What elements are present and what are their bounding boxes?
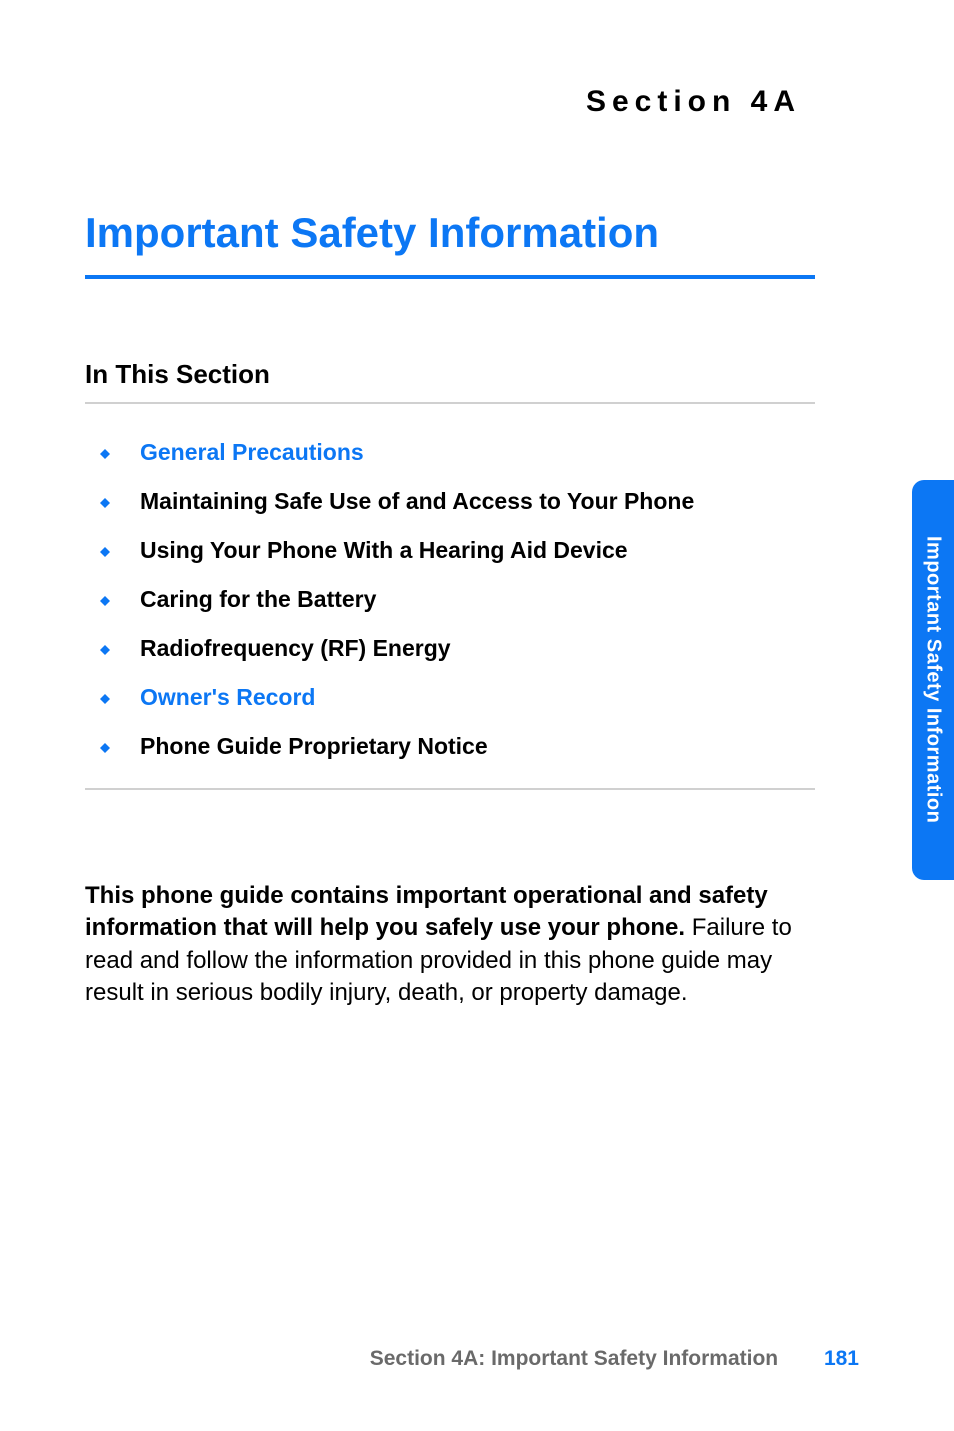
- section-label: Section 4A: [85, 85, 859, 119]
- toc-link-label[interactable]: Caring for the Battery: [140, 586, 376, 613]
- toc-link-label[interactable]: Owner's Record: [140, 684, 315, 711]
- diamond-bullet-icon: [100, 449, 110, 459]
- toc-link-label[interactable]: Maintaining Safe Use of and Access to Yo…: [140, 488, 694, 515]
- in-this-section-heading: In This Section: [85, 359, 859, 390]
- page-title: Important Safety Information: [85, 209, 859, 257]
- diamond-bullet-icon: [100, 547, 110, 557]
- intro-paragraph: This phone guide contains important oper…: [85, 880, 815, 1010]
- side-tab-label: Important Safety Information: [922, 536, 945, 823]
- footer-page-number: 181: [824, 1347, 859, 1370]
- page-content: Section 4A Important Safety Information …: [0, 0, 954, 1431]
- toc-item-general-precautions: General Precautions: [85, 439, 859, 466]
- diamond-bullet-icon: [100, 596, 110, 606]
- diamond-bullet-icon: [100, 694, 110, 704]
- toc-link-label[interactable]: Using Your Phone With a Hearing Aid Devi…: [140, 537, 628, 564]
- toc-link-label[interactable]: General Precautions: [140, 439, 364, 466]
- toc-end-underline: [85, 788, 815, 790]
- toc-item-owners-record: Owner's Record: [85, 684, 859, 711]
- toc-link-label[interactable]: Phone Guide Proprietary Notice: [140, 733, 488, 760]
- title-underline: [85, 275, 815, 279]
- diamond-bullet-icon: [100, 743, 110, 753]
- diamond-bullet-icon: [100, 645, 110, 655]
- subheading-underline: [85, 402, 815, 404]
- footer-section-text: Section 4A: Important Safety Information: [370, 1347, 778, 1370]
- diamond-bullet-icon: [100, 498, 110, 508]
- toc-item-hearing-aid: Using Your Phone With a Hearing Aid Devi…: [85, 537, 859, 564]
- toc-list: General Precautions Maintaining Safe Use…: [85, 439, 859, 760]
- side-tab: Important Safety Information: [912, 480, 954, 880]
- toc-item-maintaining-safe-use: Maintaining Safe Use of and Access to Yo…: [85, 488, 859, 515]
- toc-item-rf-energy: Radiofrequency (RF) Energy: [85, 635, 859, 662]
- intro-lead-text: This phone guide contains important oper…: [85, 882, 768, 941]
- toc-link-label[interactable]: Radiofrequency (RF) Energy: [140, 635, 451, 662]
- toc-item-caring-battery: Caring for the Battery: [85, 586, 859, 613]
- toc-item-proprietary-notice: Phone Guide Proprietary Notice: [85, 733, 859, 760]
- page-footer: Section 4A: Important Safety Information…: [0, 1347, 954, 1371]
